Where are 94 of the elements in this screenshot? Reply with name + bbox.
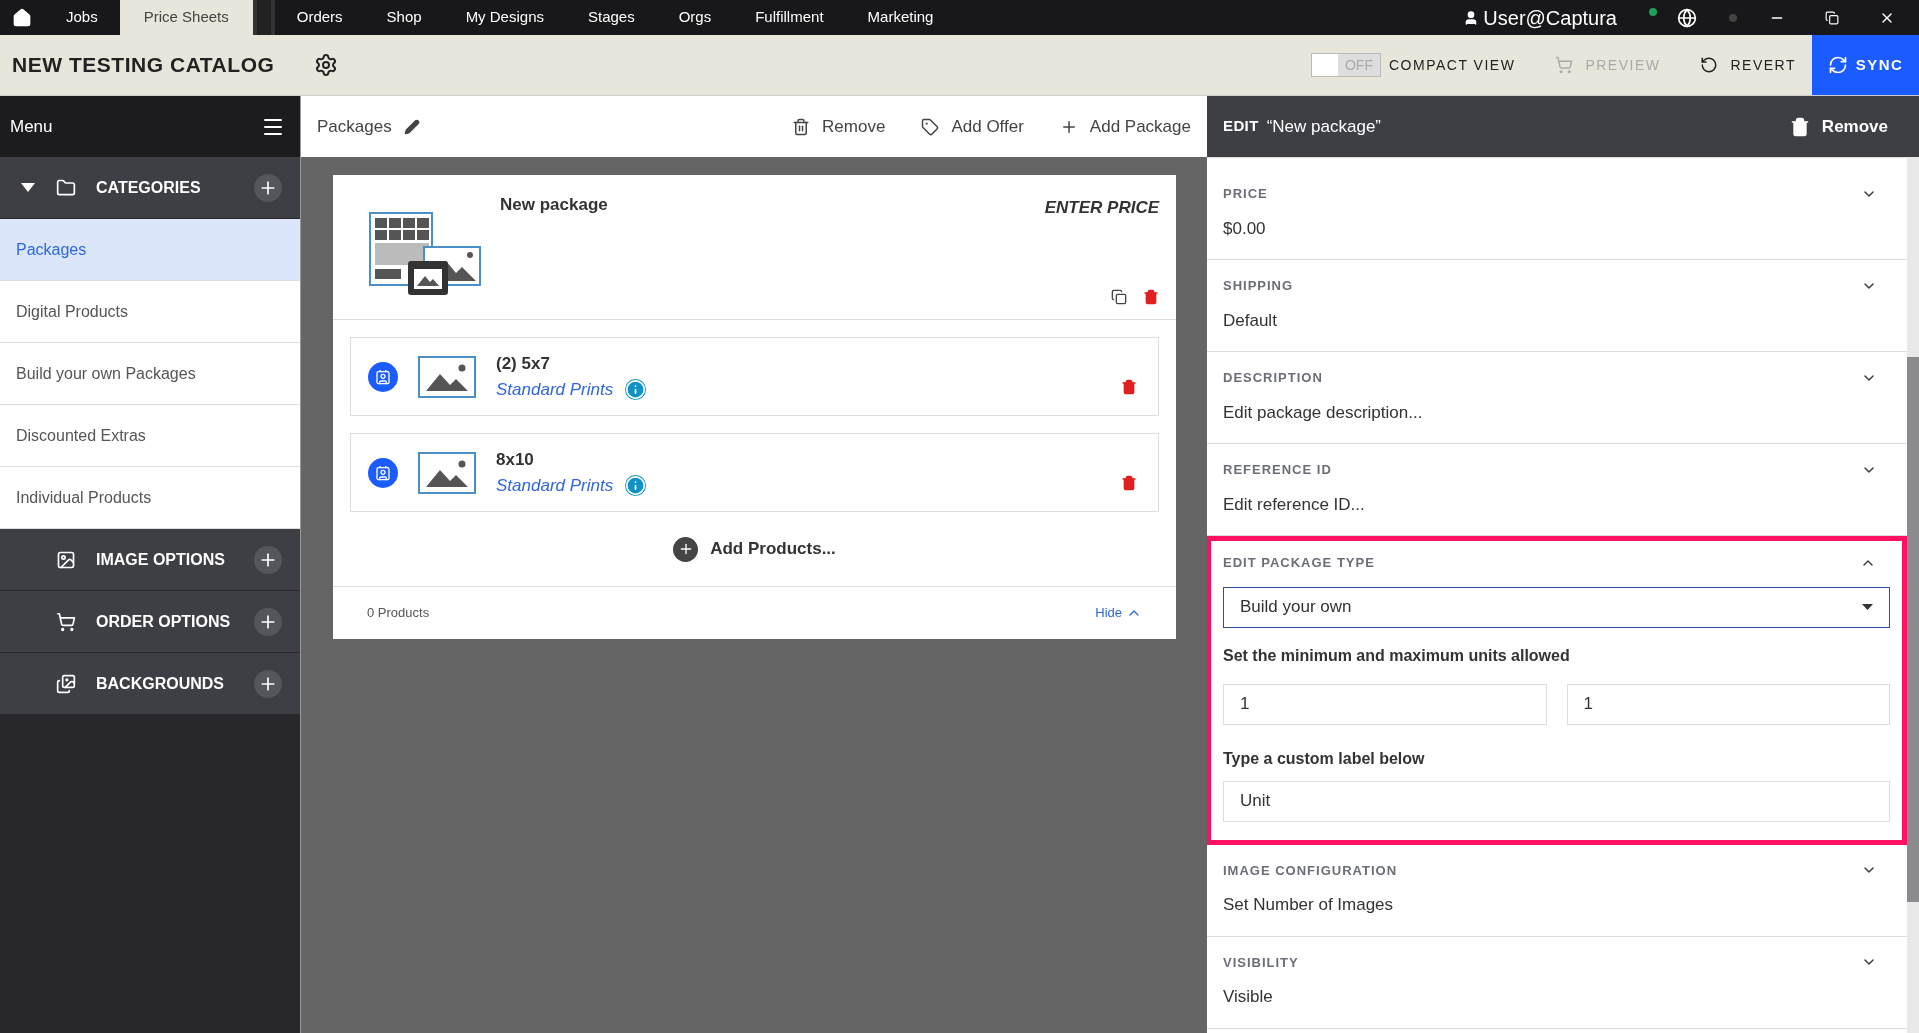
add-products-button[interactable]: Add Products... xyxy=(673,536,836,562)
section-label: VISIBILITY xyxy=(1223,953,1299,972)
sync-icon xyxy=(1827,55,1848,75)
add-button[interactable] xyxy=(254,173,282,202)
settings-icon[interactable] xyxy=(314,53,339,77)
minimum-units-field[interactable]: 1 xyxy=(1223,683,1547,725)
package-type-select[interactable]: Build your own xyxy=(1223,586,1890,628)
products-count: 0 Products xyxy=(367,604,430,623)
add-button[interactable] xyxy=(254,607,282,636)
pictures-icon xyxy=(56,673,76,694)
editor-title: “New package” xyxy=(1266,115,1381,138)
home-icon xyxy=(12,7,32,28)
product-category[interactable]: Standard Prints xyxy=(496,472,614,498)
globe-icon[interactable] xyxy=(1677,7,1697,28)
portrait-icon[interactable] xyxy=(368,457,398,488)
trash-icon xyxy=(1789,116,1810,137)
remove-button[interactable]: Remove xyxy=(1789,113,1888,140)
section-label: CATEGORIES xyxy=(96,177,202,198)
nav-tab[interactable]: Price Sheets xyxy=(119,0,253,35)
image-icon xyxy=(56,549,76,570)
editor-prefix: EDIT xyxy=(1223,116,1259,137)
cart-icon xyxy=(56,611,76,632)
custom-label-field[interactable]: Unit xyxy=(1223,780,1890,822)
section-label: EDIT PACKAGE TYPE xyxy=(1223,554,1375,572)
units-label: Set the minimum and maximum units allowed xyxy=(1223,645,1571,666)
product-category[interactable]: Standard Prints xyxy=(496,376,614,402)
add-button[interactable] xyxy=(254,669,282,698)
toolbar-action[interactable]: Remove xyxy=(792,113,886,140)
nav-tab[interactable]: My Designs xyxy=(443,0,566,35)
undo-icon xyxy=(1700,56,1719,74)
trash-icon[interactable] xyxy=(1121,378,1137,395)
hide-link[interactable]: Hide xyxy=(1095,603,1142,623)
folder-icon xyxy=(56,177,76,198)
compact-view-label: COMPACT VIEW xyxy=(1389,55,1516,75)
custom-label-title: Type a custom label below xyxy=(1223,748,1426,769)
category-item[interactable]: Individual Products xyxy=(0,467,300,529)
category-item[interactable]: Build your own Packages xyxy=(0,343,300,405)
trash-icon[interactable] xyxy=(1121,474,1137,491)
nav-tab[interactable]: Stages xyxy=(566,0,657,35)
nav-tab[interactable]: Marketing xyxy=(845,0,956,35)
category-item[interactable]: Discounted Extras xyxy=(0,405,300,467)
toolbar-action[interactable]: Add Offer xyxy=(921,113,1024,140)
portrait-icon[interactable] xyxy=(368,361,398,392)
sidebar-section-header[interactable]: ORDER OPTIONS xyxy=(0,591,300,653)
nav-tab[interactable]: Shop xyxy=(364,0,444,35)
catalog-title: NEW TESTING CATALOG xyxy=(12,52,275,79)
sidebar-section-header[interactable]: CATEGORIES xyxy=(0,157,300,219)
sidebar-title: Menu xyxy=(10,115,53,138)
revert-button[interactable]: REVERT xyxy=(1700,54,1796,76)
trash-icon xyxy=(792,117,811,136)
section-label: REFERENCE ID xyxy=(1223,461,1332,479)
photo-thumbnail-icon xyxy=(418,355,476,398)
sidebar-section-header[interactable]: BACKGROUNDS xyxy=(0,653,300,715)
toolbar-action[interactable]: Add Package xyxy=(1059,113,1191,140)
caret-down-icon xyxy=(1862,604,1873,610)
section-label: IMAGE OPTIONS xyxy=(96,549,226,570)
sync-button[interactable]: SYNC xyxy=(1812,35,1919,95)
nav-tab[interactable]: Orgs xyxy=(656,0,734,35)
sidebar-section-header[interactable]: IMAGE OPTIONS xyxy=(0,529,300,591)
info-icon[interactable] xyxy=(625,378,647,400)
pencil-icon[interactable] xyxy=(403,118,420,135)
nav-tab[interactable]: Fulfillment xyxy=(733,0,846,35)
caret-down-icon[interactable] xyxy=(21,183,35,192)
user-name[interactable]: User@Captura xyxy=(1483,2,1617,33)
section-value: Visible xyxy=(1223,986,1274,1008)
info-icon[interactable] xyxy=(625,474,647,496)
maximum-units-field[interactable]: 1 xyxy=(1566,683,1890,725)
nav-tab[interactable]: Jobs xyxy=(44,0,120,35)
nav-tab[interactable]: Orders xyxy=(274,0,365,35)
enter-price-label[interactable]: ENTER PRICE xyxy=(1044,195,1159,221)
product-name: (2) 5x7 xyxy=(496,353,551,375)
restore-icon[interactable] xyxy=(1825,10,1839,25)
section-value: Edit package description... xyxy=(1223,401,1424,424)
package-name: New package xyxy=(500,194,608,216)
toolbar-title: Packages xyxy=(317,115,392,138)
section-value: $0.00 xyxy=(1223,217,1267,240)
cart-icon xyxy=(1555,56,1574,74)
tag-icon xyxy=(921,117,940,136)
trash-icon[interactable] xyxy=(1143,288,1159,305)
section-label: IMAGE CONFIGURATION xyxy=(1223,861,1398,880)
section-label: PRICE xyxy=(1223,185,1268,203)
section-value: Default xyxy=(1223,309,1278,332)
section-value: Set Number of Images xyxy=(1223,894,1395,916)
section-label: DESCRIPTION xyxy=(1223,369,1323,387)
category-item[interactable]: Digital Products xyxy=(0,281,300,343)
section-label: SHIPPING xyxy=(1223,277,1294,295)
product-name: 8x10 xyxy=(496,449,535,471)
section-value: Edit reference ID... xyxy=(1223,493,1366,516)
copy-icon[interactable] xyxy=(1111,288,1127,305)
section-label: BACKGROUNDS xyxy=(96,673,225,694)
section-label: ORDER OPTIONS xyxy=(96,611,232,632)
photo-thumbnail-icon xyxy=(418,451,476,494)
add-button[interactable] xyxy=(254,545,282,574)
category-item[interactable]: Packages xyxy=(0,219,300,281)
